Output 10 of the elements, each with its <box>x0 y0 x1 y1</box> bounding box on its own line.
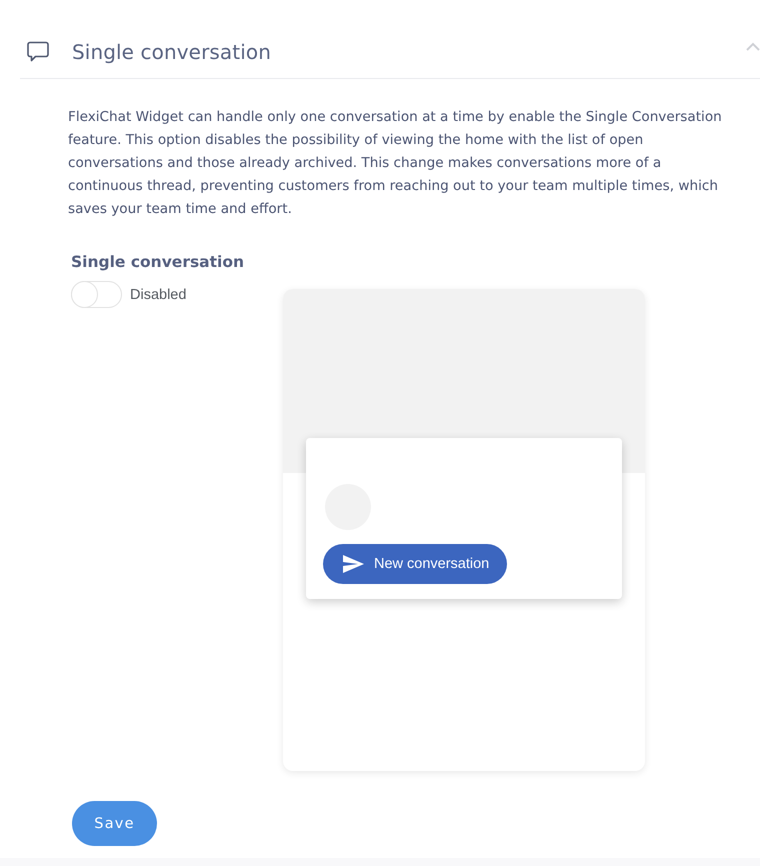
toggle-switch[interactable] <box>71 281 122 308</box>
section-title: Single conversation <box>72 40 271 64</box>
send-icon <box>343 555 364 573</box>
save-button[interactable]: Save <box>72 801 157 846</box>
setting-label: Single conversation <box>71 253 246 271</box>
new-conversation-button[interactable]: New conversation <box>323 544 508 584</box>
description-text: FlexiChat Widget can handle only one conversation at a time by enable the Single Conversation feature. This option disables the possibility of viewing the home with the list of open conversations and those already archived. This change makes conversations more of a continuous thread, preventing customers from reaching out to your team multiple times, which saves your team time and effort. <box>68 108 723 219</box>
toggle-state-label: Disabled <box>130 286 186 302</box>
chat-bubble-icon <box>27 41 49 62</box>
chevron-icon[interactable] <box>746 42 760 51</box>
